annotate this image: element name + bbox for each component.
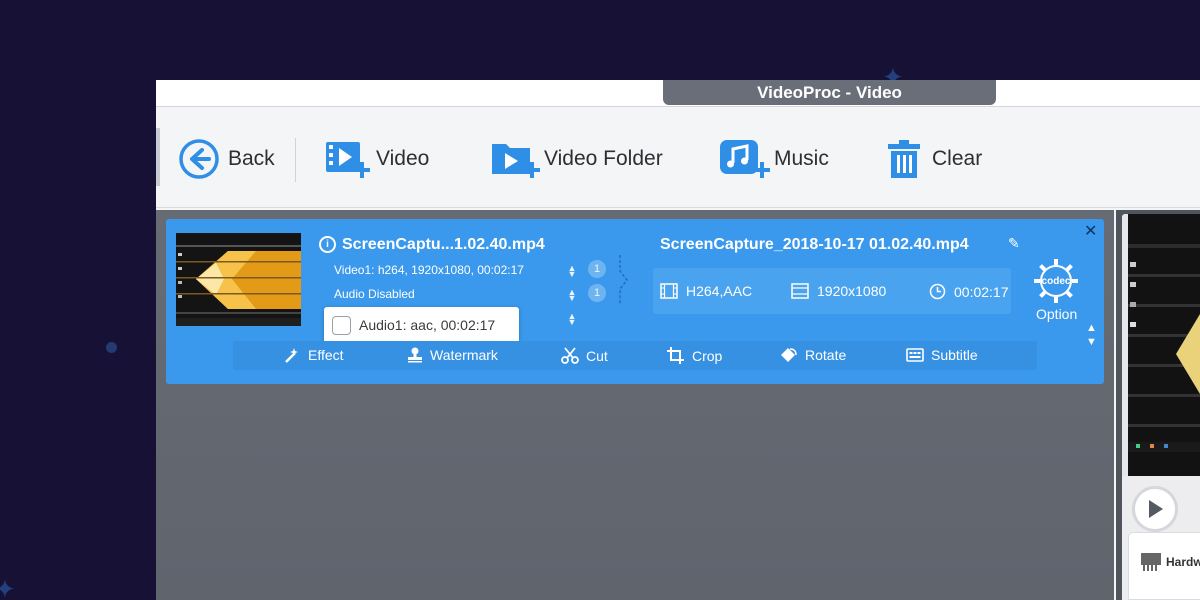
codec-option-button[interactable]: codec: [1032, 257, 1080, 305]
cut-label: Cut: [586, 347, 608, 364]
audio-track-checkbox[interactable]: [332, 315, 351, 335]
audio-track-dropdown[interactable]: Audio1: aac, 00:02:17: [324, 307, 519, 343]
output-codec: H264,AAC: [660, 283, 752, 299]
video-folder-icon: [492, 144, 540, 178]
clear-label: Clear: [932, 147, 983, 170]
watermark-button[interactable]: Watermark: [407, 347, 498, 363]
output-duration-value: 00:02:17: [954, 283, 1009, 300]
output-filename[interactable]: ScreenCapture_2018-10-17 01.02.40.mp4: [660, 236, 969, 254]
trash-icon: [888, 140, 920, 178]
video-item-card[interactable]: i ScreenCaptu...1.02.40.mp4 Video1: h264…: [166, 219, 1104, 384]
cut-button[interactable]: Cut: [561, 347, 608, 364]
effect-button[interactable]: Effect: [283, 347, 344, 363]
rotate-icon: [781, 348, 797, 362]
add-video-icon: [326, 142, 370, 178]
audio-track-option: Audio1: aac, 00:02:17: [359, 317, 496, 333]
thumbnail-image: [176, 233, 301, 326]
add-video-label: Video: [376, 147, 430, 170]
subtitle-label: Subtitle: [931, 347, 978, 363]
convert-arrow-icon: [619, 255, 628, 305]
stamp-icon: [408, 347, 422, 363]
video-track-selector-icon[interactable]: ▲ ▼: [566, 264, 578, 279]
subtitle-icon: [906, 348, 924, 362]
play-button[interactable]: [1132, 486, 1178, 532]
window-title: VideoProc - Video: [663, 80, 996, 105]
title-bar: VideoProc - Video: [156, 80, 1200, 107]
option-label[interactable]: Option: [1036, 306, 1077, 322]
scissors-icon: [561, 347, 579, 364]
clock-icon: [929, 283, 946, 300]
subtitle-button[interactable]: Subtitle: [906, 347, 978, 363]
toolbar-edge: [156, 128, 160, 186]
output-summary: H264,AAC 1920x1080 00:02:17: [653, 268, 1011, 314]
add-music-label: Music: [774, 147, 829, 170]
video-track-count: 1: [588, 260, 606, 278]
output-codec-value: H264,AAC: [686, 283, 753, 299]
app-window: VideoProc - Video Back Video Video Folde…: [156, 80, 1200, 600]
background-star-icon: ✦: [0, 574, 16, 600]
info-icon[interactable]: i: [319, 236, 336, 253]
back-arrow-icon: [179, 139, 219, 179]
background-dot: [106, 342, 117, 353]
magic-wand-icon: [285, 348, 298, 363]
output-resolution: 1920x1080: [791, 283, 886, 299]
watermark-label: Watermark: [430, 347, 498, 363]
source-filename: ScreenCaptu...1.02.40.mp4: [342, 236, 545, 253]
film-icon: [660, 283, 678, 299]
video-thumbnail[interactable]: [176, 233, 301, 326]
back-label: Back: [228, 147, 275, 170]
crop-label: Crop: [692, 347, 723, 364]
clear-button[interactable]: Clear: [886, 138, 982, 180]
chip-icon: [1141, 553, 1161, 571]
audio-track-count: 1: [588, 284, 606, 302]
audio-status[interactable]: Audio Disabled: [334, 287, 415, 301]
hardware-label: Hardw: [1166, 555, 1200, 569]
output-duration: 00:02:17: [929, 283, 1009, 300]
codec-icon-text: codec: [1041, 275, 1071, 287]
add-music-icon: [720, 140, 770, 178]
preview-screen: [1128, 214, 1200, 476]
resolution-icon: [791, 283, 809, 299]
reorder-arrows-icon[interactable]: ▲ ▼: [1086, 321, 1097, 349]
remove-item-close-icon[interactable]: ✕: [1084, 221, 1097, 241]
edit-filename-pencil-icon[interactable]: ✎: [1008, 235, 1020, 252]
video-track-info[interactable]: Video1: h264, 1920x1080, 00:02:17: [334, 263, 524, 277]
play-icon: [1149, 500, 1163, 518]
toolbar-separator: [295, 138, 296, 182]
crop-icon: [667, 347, 684, 364]
effect-label: Effect: [308, 347, 344, 363]
audio-track-selector-icon[interactable]: ▲ ▼: [566, 288, 578, 303]
preview-frame: [1128, 214, 1200, 476]
back-button[interactable]: Back: [178, 138, 275, 180]
add-video-button[interactable]: Video: [324, 138, 429, 180]
rotate-button[interactable]: Rotate: [780, 347, 846, 363]
subtitle-track-selector-icon[interactable]: ▲ ▼: [566, 312, 578, 327]
preview-panel: [1122, 214, 1200, 476]
add-music-button[interactable]: Music: [718, 138, 829, 180]
rotate-label: Rotate: [805, 347, 847, 363]
add-video-folder-label: Video Folder: [544, 147, 663, 170]
edit-toolbar: Effect Watermark Cut Crop Rotate Subtitl…: [233, 341, 1037, 370]
output-resolution-value: 1920x1080: [817, 283, 887, 299]
crop-button[interactable]: Crop: [667, 347, 722, 364]
add-video-folder-button[interactable]: Video Folder: [490, 138, 663, 180]
toolbar: Back Video Video Folder Music Clear: [156, 108, 1200, 208]
